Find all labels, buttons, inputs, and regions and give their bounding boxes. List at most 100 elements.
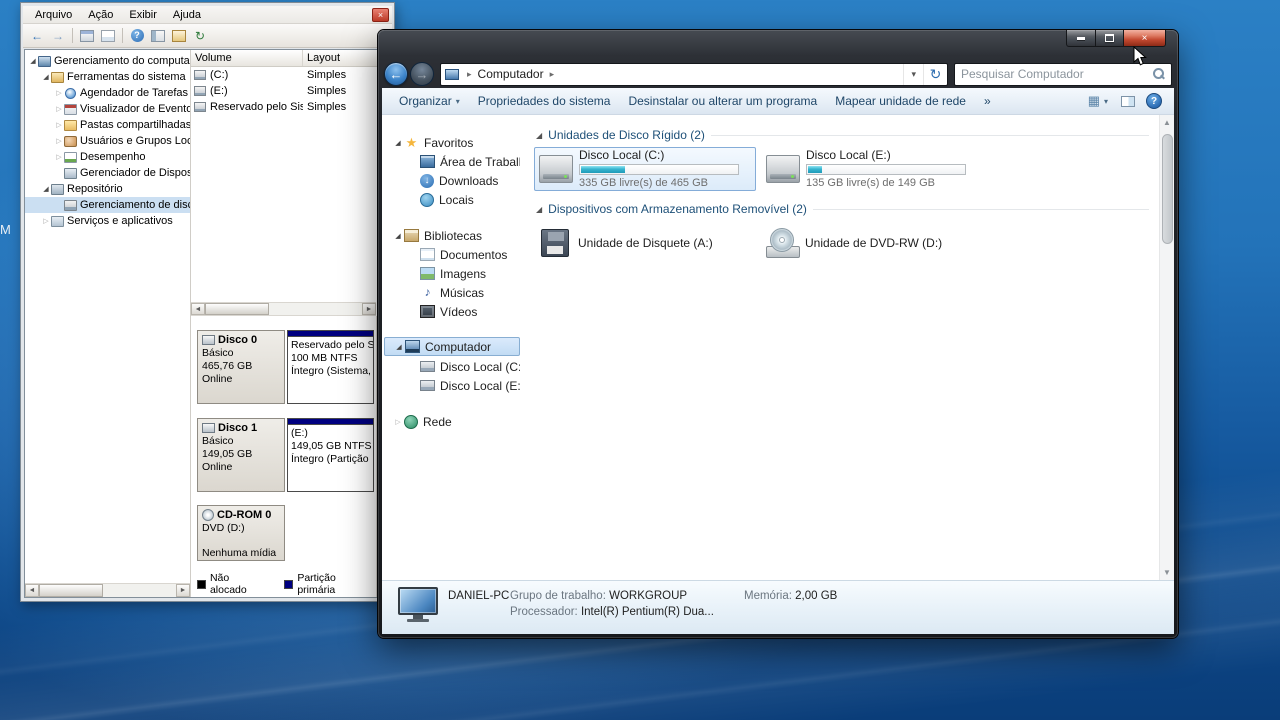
chevron-icon[interactable]: ▸	[461, 69, 478, 80]
menu-acao[interactable]: Ação	[80, 7, 121, 23]
forward-button[interactable]: →	[410, 62, 434, 86]
partition-cell[interactable]: Reservado pelo S 100 MB NTFS Íntegro (Si…	[287, 330, 374, 404]
scroll-down-icon[interactable]: ▼	[1160, 565, 1174, 580]
address-dropdown-icon[interactable]: ▾	[903, 63, 923, 85]
sidebar-item-imagens[interactable]: Imagens	[384, 264, 520, 283]
expander-collapsed-icon[interactable]: ▷	[54, 89, 64, 97]
expander-expanded-icon[interactable]: ◢	[392, 139, 404, 147]
expander-collapsed-icon[interactable]: ▷	[41, 217, 51, 225]
scroll-up-icon[interactable]: ▲	[1160, 115, 1174, 130]
help-icon[interactable]: ?	[127, 26, 147, 45]
tree-item-event-viewer[interactable]: ▷ Visualizador de Eventos	[25, 101, 190, 117]
menu-ajuda[interactable]: Ajuda	[165, 7, 209, 23]
menu-exibir[interactable]: Exibir	[121, 7, 165, 23]
group-header-hard-drives[interactable]: ◢ Unidades de Disco Rígido (2)	[536, 127, 1149, 143]
scroll-left-icon[interactable]: ◄	[25, 584, 39, 597]
refresh-icon[interactable]: ↻	[923, 63, 947, 85]
expander-collapsed-icon[interactable]: ▷	[54, 153, 64, 161]
back-button[interactable]: ←	[384, 62, 408, 86]
device-item-floppy[interactable]: Unidade de Disquete (A:)	[534, 221, 756, 265]
sidebar-item-downloads[interactable]: ↓ Downloads	[384, 171, 520, 190]
tree-item-shared-folders[interactable]: ▷ Pastas compartilhadas	[25, 117, 190, 133]
mmc-back-icon[interactable]: ←	[27, 26, 47, 45]
column-layout[interactable]: Layout	[303, 50, 390, 66]
preview-pane-icon[interactable]	[1121, 95, 1135, 107]
expander-collapsed-icon[interactable]: ▷	[54, 121, 64, 129]
uninstall-program-button[interactable]: Desinstalar ou alterar um programa	[619, 88, 826, 114]
organize-button[interactable]: Organizar ▾	[390, 88, 469, 114]
column-volume[interactable]: Volume	[191, 50, 303, 66]
maximize-button[interactable]	[1096, 30, 1124, 47]
sidebar-item-locais[interactable]: Locais	[384, 190, 520, 209]
sidebar-item-documentos[interactable]: Documentos	[384, 245, 520, 264]
tree-item-performance[interactable]: ▷ Desempenho	[25, 149, 190, 165]
tree-item-task-scheduler[interactable]: ▷ Agendador de Tarefas	[25, 85, 190, 101]
expander-collapsed-icon[interactable]: ▷	[392, 418, 404, 426]
sidebar-item-favoritos[interactable]: ◢ ★ Favoritos	[384, 133, 520, 152]
change-view-button[interactable]: ▦ ▾	[1086, 93, 1110, 109]
tree-item-device-manager[interactable]: Gerenciador de Disposit	[25, 165, 190, 181]
sidebar-item-videos[interactable]: Vídeos	[384, 302, 520, 321]
breadcrumb-location[interactable]: Computador	[478, 67, 544, 81]
expander-expanded-icon[interactable]: ◢	[392, 232, 404, 240]
export-list-icon[interactable]	[98, 26, 118, 45]
toolbar-overflow-button[interactable]: »	[975, 88, 1000, 114]
scrollbar-track[interactable]	[103, 584, 176, 597]
expander-collapsed-icon[interactable]: ▷	[54, 105, 64, 113]
disk-info-cell[interactable]: Disco 0 Básico 465,76 GB Online	[197, 330, 285, 404]
scroll-right-icon[interactable]: ►	[362, 303, 376, 315]
expander-expanded-icon[interactable]: ◢	[393, 343, 405, 351]
chevron-icon[interactable]: ▸	[544, 69, 561, 80]
scroll-left-icon[interactable]: ◄	[191, 303, 205, 315]
tree-item-storage[interactable]: ◢ Repositório	[25, 181, 190, 197]
content-vertical-scrollbar[interactable]: ▲ ▼	[1159, 115, 1174, 580]
refresh-icon[interactable]: ↻	[190, 26, 210, 45]
sidebar-item-bibliotecas[interactable]: ◢ Bibliotecas	[384, 226, 520, 245]
expander-expanded-icon[interactable]: ◢	[28, 57, 38, 65]
tree-item-services-applications[interactable]: ▷ Serviços e aplicativos	[25, 213, 190, 229]
volume-row[interactable]: Reservado pelo Sistema Simples	[191, 99, 390, 115]
show-console-tree-icon[interactable]	[148, 26, 168, 45]
drive-item-e[interactable]: Disco Local (E:) 135 GB livre(s) de 149 …	[762, 147, 984, 191]
group-collapse-icon[interactable]: ◢	[536, 131, 542, 140]
sidebar-item-disco-local-c[interactable]: Disco Local (C:)	[384, 357, 520, 376]
properties-icon[interactable]	[169, 26, 189, 45]
volume-row[interactable]: (C:) Simples	[191, 67, 390, 83]
partition-cell[interactable]: (E:) 149,05 GB NTFS Íntegro (Partição	[287, 418, 374, 492]
drive-item-c[interactable]: Disco Local (C:) 335 GB livre(s) de 465 …	[534, 147, 756, 191]
sidebar-item-computador[interactable]: ◢ Computador	[384, 337, 520, 356]
help-icon[interactable]: ?	[1146, 93, 1162, 109]
search-input[interactable]	[961, 67, 1153, 81]
tree-item-local-users-groups[interactable]: ▷ Usuários e Grupos Loca	[25, 133, 190, 149]
minimize-button[interactable]	[1066, 30, 1096, 47]
tree-item-system-tools[interactable]: ◢ Ferramentas do sistema	[25, 69, 190, 85]
expander-expanded-icon[interactable]: ◢	[41, 73, 51, 81]
disk-info-cell[interactable]: CD-ROM 0 DVD (D:) Nenhuma mídia	[197, 505, 285, 561]
volume-list-horizontal-scrollbar[interactable]: ◄ ►	[191, 302, 376, 316]
sidebar-item-disco-local-e[interactable]: Disco Local (E:)	[384, 376, 520, 395]
mmc-child-close-icon[interactable]: ×	[372, 7, 389, 22]
scrollbar-thumb[interactable]	[39, 584, 103, 597]
device-item-dvd[interactable]: Unidade de DVD-RW (D:)	[762, 221, 984, 265]
scroll-right-icon[interactable]: ►	[176, 584, 190, 597]
console-window-icon[interactable]	[77, 26, 97, 45]
sidebar-item-area-de-trabalho[interactable]: Área de Trabalho	[384, 152, 520, 171]
sidebar-item-musicas[interactable]: ♪ Músicas	[384, 283, 520, 302]
system-properties-button[interactable]: Propriedades do sistema	[469, 88, 620, 114]
address-bar[interactable]: ▸ Computador ▸ ▾ ↻	[440, 62, 948, 86]
scrollbar-thumb[interactable]	[205, 303, 269, 315]
menu-arquivo[interactable]: Arquivo	[27, 7, 80, 23]
group-collapse-icon[interactable]: ◢	[536, 205, 542, 214]
mmc-forward-icon[interactable]: →	[48, 26, 68, 45]
volume-row[interactable]: (E:) Simples	[191, 83, 390, 99]
tree-horizontal-scrollbar[interactable]: ◄ ►	[25, 583, 190, 597]
expander-collapsed-icon[interactable]: ▷	[54, 137, 64, 145]
group-header-removable-storage[interactable]: ◢ Dispositivos com Armazenamento Removív…	[536, 201, 1149, 217]
map-network-drive-button[interactable]: Mapear unidade de rede	[826, 88, 975, 114]
sidebar-item-rede[interactable]: ▷ Rede	[384, 412, 520, 431]
tree-item-disk-management[interactable]: Gerenciamento de disc	[25, 197, 190, 213]
close-button[interactable]: ×	[1124, 30, 1166, 47]
expander-expanded-icon[interactable]: ◢	[41, 185, 51, 193]
scrollbar-track[interactable]	[269, 303, 362, 315]
tree-item-computer-management[interactable]: ◢ Gerenciamento do computado	[25, 53, 190, 69]
